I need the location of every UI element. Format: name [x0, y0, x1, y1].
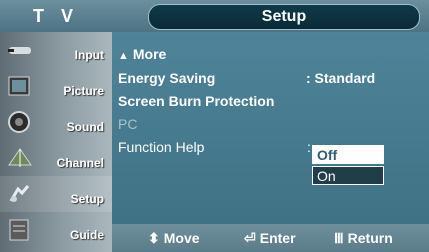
- menu-item-label: Screen Burn Protection: [118, 93, 275, 109]
- up-arrow-icon: ▲: [118, 50, 129, 62]
- dropdown-option-on[interactable]: On: [312, 166, 384, 185]
- picture-icon: [8, 76, 30, 96]
- up-down-arrow-icon: ⬍: [148, 230, 160, 246]
- sidebar-item-label: Guide: [69, 228, 104, 242]
- channel-icon: [8, 148, 32, 167]
- return-icon: Ⅲ: [334, 230, 344, 246]
- tv-label: T V: [32, 6, 79, 26]
- sidebar-item-label: Input: [74, 48, 104, 62]
- sidebar-item-setup[interactable]: Setup: [0, 176, 112, 212]
- hint-label: Enter: [259, 230, 296, 246]
- menu-item-label: More: [132, 46, 167, 62]
- input-icon: [8, 47, 31, 54]
- sidebar-item-input[interactable]: Input: [0, 32, 112, 68]
- sidebar-item-label: Channel: [56, 156, 104, 170]
- bottom-hint-bar: ⬍ Move ⏎ Enter Ⅲ Return: [112, 224, 429, 252]
- enter-icon: ⏎: [244, 230, 256, 246]
- menu-item-pc: PC: [118, 114, 137, 134]
- tv-osd-screen: T V Setup Input Picture Sound Channel Se…: [0, 0, 429, 252]
- colon-separator: :: [307, 139, 311, 155]
- sidebar: Input Picture Sound Channel Setup Guide: [0, 32, 112, 252]
- menu-item-more[interactable]: ▲ More: [118, 44, 166, 64]
- hint-return: Ⅲ Return: [334, 224, 393, 252]
- hint-label: Move: [163, 230, 200, 246]
- sidebar-item-picture[interactable]: Picture: [0, 68, 112, 104]
- energy-saving-value: : Standard: [306, 70, 376, 86]
- top-bar: T V Setup: [0, 0, 429, 32]
- menu-item-function-help[interactable]: Function Help :: [118, 137, 311, 157]
- hint-move: ⬍ Move: [148, 224, 200, 252]
- sidebar-item-label: Setup: [70, 192, 104, 206]
- sidebar-item-label: Sound: [66, 120, 104, 134]
- setup-icon: [9, 185, 30, 202]
- sidebar-item-label: Picture: [63, 84, 104, 98]
- menu-item-screen-burn-protection[interactable]: Screen Burn Protection: [118, 91, 274, 111]
- menu-item-label: Function Help: [118, 139, 205, 155]
- hint-label: Return: [347, 230, 393, 246]
- sidebar-item-channel[interactable]: Channel: [0, 140, 112, 176]
- sidebar-item-guide[interactable]: Guide: [0, 212, 112, 248]
- menu-item-energy-saving[interactable]: Energy Saving : Standard: [118, 68, 375, 88]
- page-title: Setup: [148, 4, 420, 30]
- function-help-dropdown[interactable]: Off On: [312, 145, 384, 185]
- menu-item-label: Energy Saving: [118, 70, 216, 86]
- dropdown-option-off[interactable]: Off: [312, 145, 384, 164]
- setup-menu: ▲ More Energy Saving : Standard Screen Bu…: [112, 32, 429, 224]
- menu-item-label: PC: [118, 116, 138, 132]
- sound-icon: [8, 111, 30, 133]
- guide-icon: [9, 219, 29, 241]
- hint-enter: ⏎ Enter: [244, 224, 296, 252]
- sidebar-item-sound[interactable]: Sound: [0, 104, 112, 140]
